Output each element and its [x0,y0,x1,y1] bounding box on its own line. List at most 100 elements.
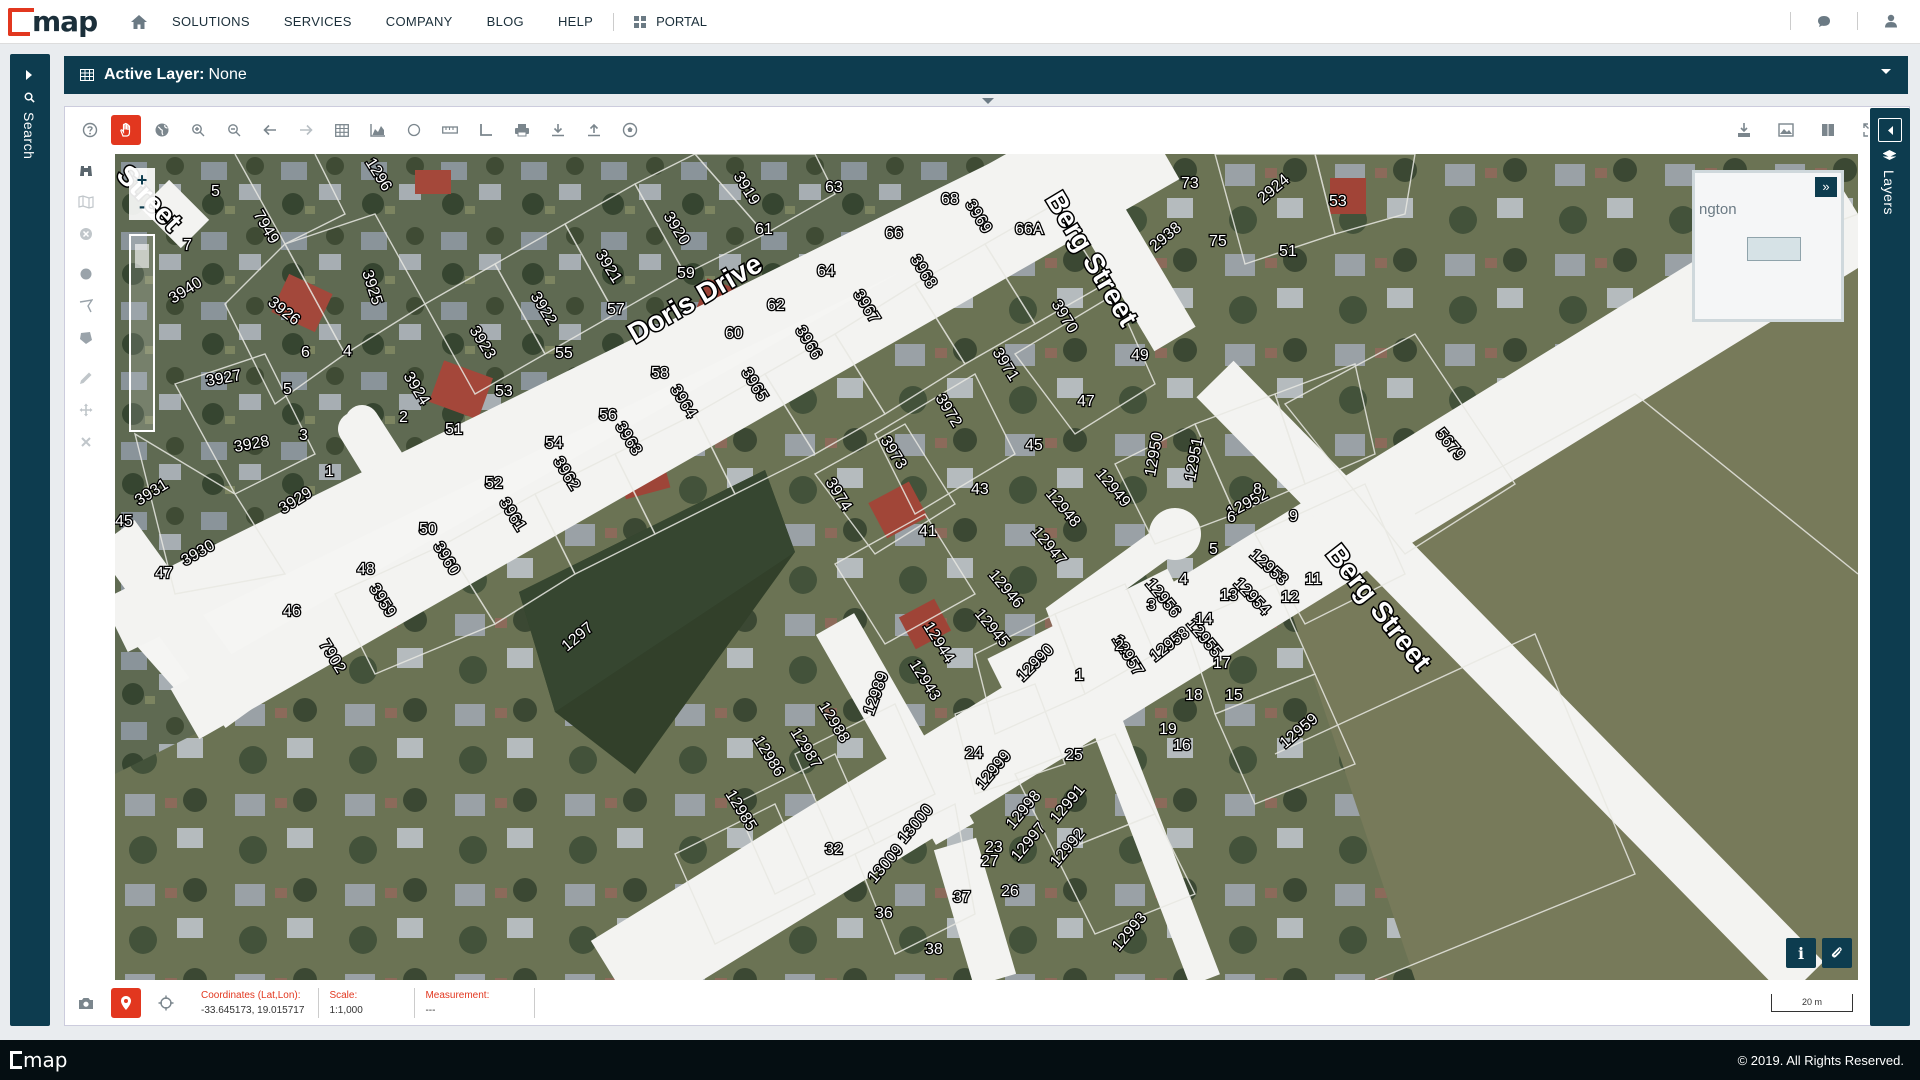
table-icon [335,123,349,137]
lot-number: 5 [1209,541,1218,558]
zoom-in-button[interactable] [183,115,213,145]
zoom-slider[interactable] [129,234,155,432]
map-canvas[interactable]: Doris Drive Berg Street Berg Street Stre… [115,154,1858,980]
delete-button[interactable] [71,427,101,457]
profile-button[interactable] [471,115,501,145]
circle-button[interactable] [399,115,429,145]
draw-polygon-button[interactable] [71,323,101,353]
lot-number: 45 [115,513,133,530]
overview-minimap[interactable]: ngton » [1692,170,1844,322]
settings-button[interactable] [615,115,645,145]
nav-help[interactable]: HELP [558,14,593,29]
lot-number: 32 [825,841,843,858]
lot-number: 2 [399,409,408,426]
lot-number: 54 [545,435,563,452]
footer-logo[interactable]: map [10,1048,67,1072]
user-icon[interactable] [1884,14,1898,28]
chevron-down-icon[interactable] [1880,68,1892,76]
nav-services[interactable]: SERVICES [284,14,352,29]
chat-icon[interactable] [1817,15,1831,28]
camera-icon [79,998,93,1009]
zoom-in-button[interactable]: + [129,168,155,194]
lot-number: 14 [1195,611,1213,628]
print-button[interactable] [507,115,537,145]
brand-logo[interactable]: map [8,4,104,40]
location-button[interactable] [111,988,141,1018]
pencil-icon [80,372,92,384]
coordinates-value: -33.645173, 19.015717 [201,1005,305,1016]
minimap-collapse-button[interactable]: » [1815,177,1837,197]
search-panel-label: Search [21,112,37,160]
clear-button[interactable] [71,219,101,249]
lot-number: 47 [1077,393,1095,410]
lot-number: 18 [1185,687,1203,704]
binoculars-button[interactable] [71,155,101,185]
lot-number: 1 [325,463,334,480]
layers-panel-toggle[interactable]: Layers [1870,108,1910,1026]
footer-logo-text: map [23,1048,68,1072]
nav-divider [1790,12,1791,30]
back-button[interactable] [255,115,285,145]
nav-company[interactable]: COMPANY [386,14,453,29]
logo-text: map [32,5,98,38]
forward-button[interactable] [291,115,321,145]
zoom-out-button[interactable]: - [129,194,155,220]
circle-icon [407,123,421,137]
nav-portal[interactable]: PORTAL [634,14,707,29]
ruler-icon [442,126,458,134]
footer: map © 2019. All Rights Reserved. [0,1040,1920,1080]
lot-number: 13 [1220,587,1238,604]
attach-button[interactable] [1822,938,1852,968]
active-layer-bar[interactable]: Active Layer: None [64,56,1908,94]
draw-line-button[interactable] [71,291,101,321]
measure-button[interactable] [435,115,465,145]
nav-solutions[interactable]: SOLUTIONS [172,14,250,29]
collapse-caret-icon[interactable] [982,98,994,104]
lot-number: 6 [1227,509,1236,526]
active-layer-value: None [208,66,247,83]
zoom-slider-handle[interactable] [135,244,149,268]
upload-button[interactable] [579,115,609,145]
point-icon [80,268,92,280]
lot-number: 5 [211,183,220,200]
split-view-button[interactable] [1813,115,1843,145]
draw-point-button[interactable] [71,259,101,289]
edit-button[interactable] [71,363,101,393]
minimap-extent[interactable] [1747,237,1801,261]
help-button[interactable] [75,115,105,145]
nav-blog[interactable]: BLOG [487,14,524,29]
lot-number: 66A [1015,221,1044,238]
lot-number: 8 [1253,481,1262,498]
search-panel-toggle[interactable]: Search [10,54,50,1026]
logo-bracket-icon [10,1051,22,1069]
zoom-out-button[interactable] [219,115,249,145]
crosshair-button[interactable] [151,988,181,1018]
arrow-right-icon [300,124,313,136]
pan-button[interactable] [111,115,141,145]
download-tray-icon [1738,123,1750,137]
scale-readout: Scale: 1:1,000 [329,988,416,1018]
screenshot-button[interactable] [71,988,101,1018]
lot-number: 5 [283,381,292,398]
help-icon [82,122,98,138]
export-button[interactable] [1729,115,1759,145]
minimap-label: ngton [1699,201,1737,218]
area-chart-button[interactable] [363,115,393,145]
lot-number: 15 [1225,687,1243,704]
move-button[interactable] [71,395,101,425]
collapse-left-button[interactable] [1878,118,1902,142]
map-pin-icon [121,996,131,1010]
lot-number: 6 [301,344,310,361]
map-button[interactable] [71,187,101,217]
info-button[interactable]: i [1786,938,1816,968]
lot-number: 24 [965,745,983,762]
scale-value: 1:1,000 [329,1005,363,1016]
search-icon [24,92,35,103]
lot-number: 1 [1075,667,1084,684]
home-icon[interactable] [130,14,148,30]
globe-button[interactable] [147,115,177,145]
table-button[interactable] [327,115,357,145]
basemap-button[interactable] [1771,115,1801,145]
download-button[interactable] [543,115,573,145]
line-icon [79,299,93,313]
